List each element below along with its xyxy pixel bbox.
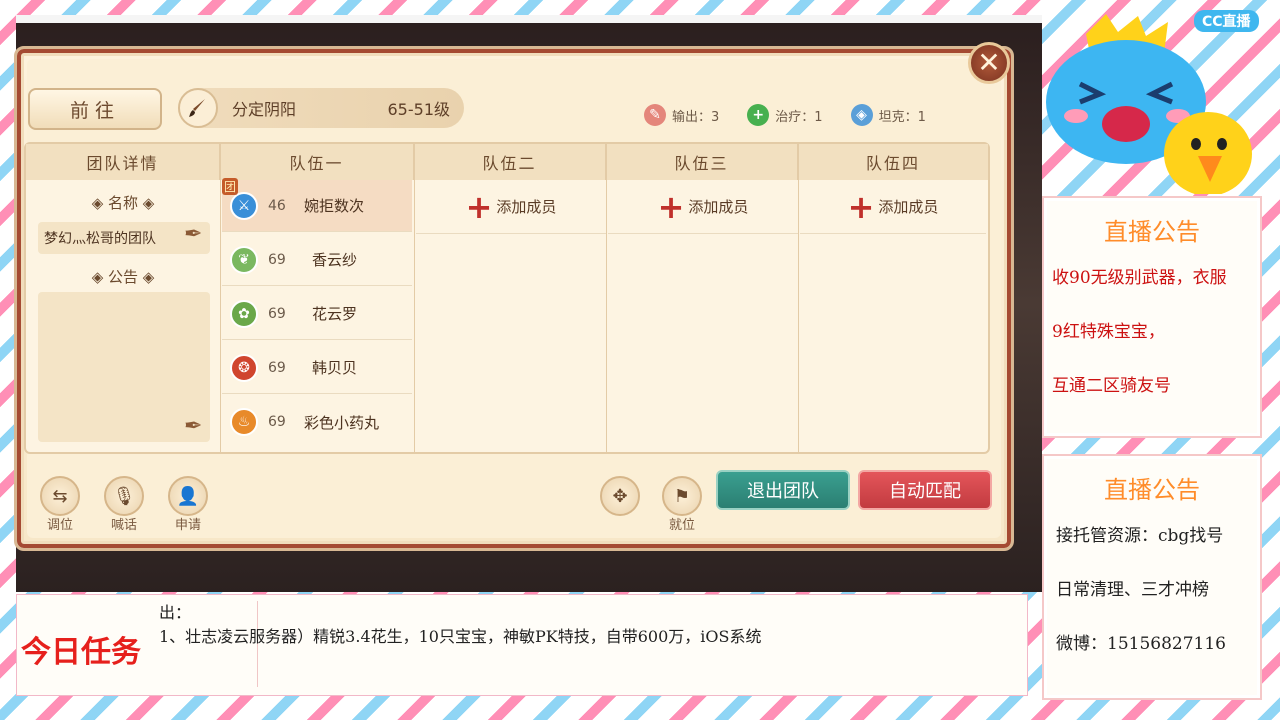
member-name: 香云纱 [312, 251, 358, 269]
add-member-label: 添加成员 [878, 198, 939, 216]
task-line: 1、壮志凌云服务器）精锐3.4花生，10只宝宝，神敏PK特技，自带600万，iO… [159, 627, 762, 646]
shout-button[interactable]: 🎙 [104, 476, 144, 516]
detail-header: 团队详情 [26, 144, 220, 180]
role-dps-count: 输出：3 [672, 109, 720, 125]
member-row[interactable]: ♨ 69 彩色小药丸 [222, 396, 412, 448]
close-button[interactable]: ✕ [968, 42, 1010, 84]
swap-icon: ⇆ [52, 485, 68, 507]
notice-line: 微博：15156827116 [1056, 634, 1226, 654]
tab-team-1[interactable]: 队伍一 [220, 144, 414, 180]
flame-school-icon: ♨ [230, 408, 258, 436]
leader-badge: 团 [222, 178, 239, 195]
add-member-button[interactable]: + 添加成员 [416, 180, 606, 234]
member-level: 69 [268, 359, 286, 376]
close-icon: ✕ [977, 46, 1001, 79]
mascot-image [1046, 14, 1252, 194]
team-panel: 团队详情 队伍一 队伍二 队伍三 队伍四 ◈ 名称 ◈ 梦幻灬松哥的团队 ✒ ◈… [24, 142, 990, 454]
tab-team-3[interactable]: 队伍三 [606, 144, 798, 180]
name-label: ◈ 名称 ◈ [91, 194, 155, 212]
edit-notice-icon[interactable]: ✒ [184, 414, 202, 439]
column-divider [606, 144, 607, 452]
ready-label: 就位 [668, 518, 695, 533]
role-dps: ✎ 输出：3 [644, 104, 719, 126]
plus-icon: + [657, 187, 685, 226]
member-row[interactable]: ✿ 69 花云罗 [222, 288, 412, 340]
live-notice-card: 直播公告 接托管资源：cbg找号 日常清理、三才冲榜 微博：1515682711… [1042, 454, 1262, 700]
role-tank: ◈ 坦克：1 [850, 104, 926, 126]
add-member-label: 添加成员 [688, 198, 749, 216]
leave-team-button[interactable]: 退出团队 [716, 470, 850, 510]
plus-icon: + [465, 187, 493, 226]
add-member-label: 添加成员 [496, 198, 557, 216]
plus-icon: + [747, 104, 770, 126]
flag-icon: ⚑ [673, 485, 691, 507]
add-user-icon: 👤 [176, 485, 200, 507]
member-row[interactable]: 团 ⚔ 46 婉拒数次 [222, 178, 412, 232]
member-level: 69 [268, 305, 286, 322]
notice-line: 收90无级别武器，衣服 [1052, 268, 1227, 288]
member-name: 韩贝贝 [312, 359, 358, 377]
game-top-strip [16, 15, 1042, 23]
edit-name-icon[interactable]: ✒ [184, 222, 202, 247]
activity-selector[interactable]: 分定阴阳 65-51级 [178, 88, 464, 128]
notice-line: 9红特殊宝宝， [1052, 322, 1165, 342]
member-level: 69 [268, 414, 286, 430]
notice-label: ◈ 公告 ◈ [91, 268, 155, 286]
auto-match-button[interactable]: 自动匹配 [858, 470, 992, 510]
role-healer: + 治疗：1 [747, 104, 823, 126]
daily-task-panel: 今日任务 出： 1、壮志凌云服务器）精锐3.4花生，10只宝宝，神敏PK特技，自… [16, 594, 1028, 696]
leaf-school-icon: ❦ [230, 245, 258, 274]
member-row[interactable]: ❦ 69 香云纱 [222, 234, 412, 286]
shield-icon: ◈ [850, 104, 873, 126]
shout-label: 喊话 [110, 518, 137, 533]
tab-team-4[interactable]: 队伍四 [798, 144, 988, 180]
strategy-button[interactable]: ✥ [600, 476, 640, 516]
beast-school-icon: ❂ [230, 353, 258, 382]
team-name-text: 梦幻灬松哥的团队 [44, 231, 156, 247]
add-member-button[interactable]: + 添加成员 [608, 180, 798, 234]
role-healer-count: 治疗：1 [775, 109, 823, 125]
sword-icon: ✎ [644, 104, 666, 126]
member-level: 46 [268, 197, 286, 214]
tab-team-2[interactable]: 队伍二 [414, 144, 606, 180]
goto-button[interactable]: 前往 [28, 88, 162, 130]
apply-label: 申请 [174, 518, 201, 533]
member-name: 彩色小药丸 [304, 413, 380, 432]
live-notice-card: 直播公告 收90无级别武器，衣服 9红特殊宝宝， 互通二区骑友号 [1042, 196, 1262, 438]
activity-name: 分定阴阳 [232, 100, 297, 119]
member-level: 69 [268, 251, 286, 268]
notice-title: 直播公告 [1104, 218, 1200, 246]
plus-icon: + [847, 187, 875, 226]
microphone-icon: 🎙 [112, 485, 136, 507]
member-name: 婉拒数次 [304, 197, 365, 215]
apply-button[interactable]: 👤 [168, 476, 208, 516]
flower-school-icon: ✿ [230, 299, 258, 328]
notice-line: 接托管资源：cbg找号 [1056, 526, 1224, 546]
cc-live-logo: CC直播 [1194, 10, 1259, 32]
brush-icon [178, 88, 218, 128]
notice-line: 日常清理、三才冲榜 [1056, 580, 1209, 600]
role-tank-count: 坦克：1 [878, 109, 926, 125]
column-divider [414, 144, 415, 452]
task-line: 出： [159, 603, 192, 622]
ready-button[interactable]: ⚑ [662, 476, 702, 516]
notice-line: 互通二区骑友号 [1052, 376, 1171, 396]
member-name: 花云罗 [312, 305, 358, 323]
swap-button[interactable]: ⇆ [40, 476, 80, 516]
member-row[interactable]: ❂ 69 韩贝贝 [222, 342, 412, 394]
notice-title: 直播公告 [1104, 476, 1200, 504]
activity-level: 65-51级 [387, 100, 451, 119]
role-summary: ✎ 输出：3 + 治疗：1 ◈ 坦克：1 [644, 104, 926, 126]
swap-label: 调位 [46, 518, 73, 533]
strategy-icon: ✥ [612, 485, 628, 507]
column-divider [220, 144, 221, 452]
task-title: 今日任务 [21, 635, 141, 670]
add-member-button[interactable]: + 添加成员 [800, 180, 986, 234]
column-divider [798, 144, 799, 452]
sword-school-icon: ⚔ [230, 191, 258, 220]
